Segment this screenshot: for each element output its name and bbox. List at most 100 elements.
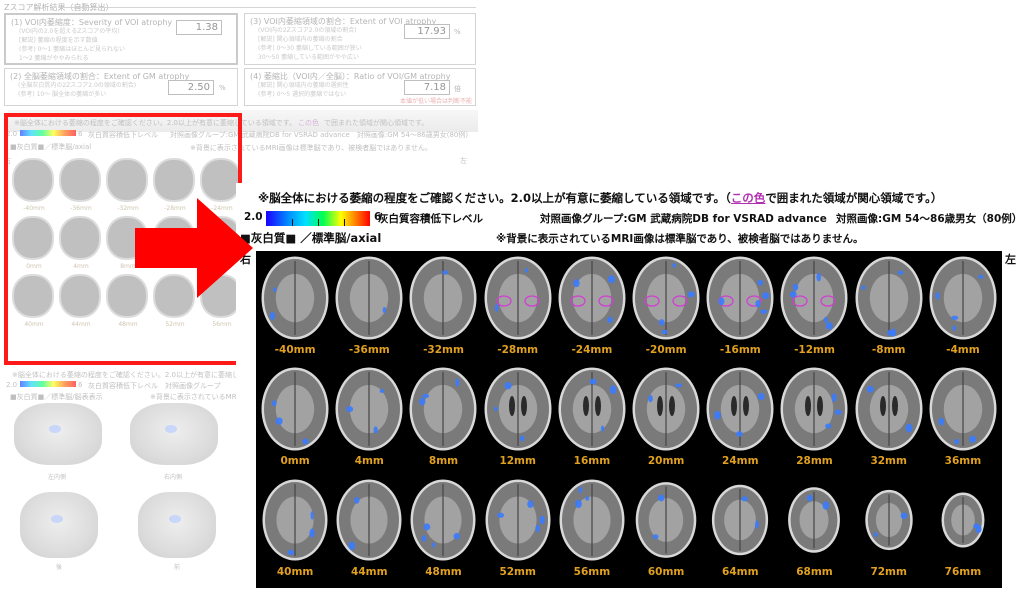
brain-slice: [705, 477, 775, 563]
brain-slice: [854, 477, 924, 563]
slice-position-label: 44mm: [351, 566, 388, 578]
slice-position-label: -28mm: [497, 344, 539, 356]
atrophy-spot: [755, 300, 761, 308]
slice-position-label: 0mm: [280, 455, 310, 467]
bg-top-note-link: この色: [298, 119, 319, 127]
slice-position-label: 20mm: [647, 455, 685, 467]
slice-position-label: 12mm: [499, 455, 536, 467]
atrophy-spot: [575, 499, 582, 509]
left-side-label: 左: [1005, 253, 1016, 266]
ventricle: [731, 396, 738, 416]
ventricle: [594, 396, 601, 416]
atrophy-spot: [535, 524, 540, 533]
brain-slice: [260, 477, 330, 563]
atrophy-spot: [762, 292, 770, 300]
slice-cell: -20mm: [630, 255, 702, 366]
scale-tick: [318, 219, 319, 226]
atrophy-spot: [951, 315, 959, 320]
slice-position-label: 76mm: [944, 566, 982, 578]
slice-position-label: 48mm: [425, 566, 462, 578]
severity-value: 1.38: [176, 20, 222, 35]
voi-color-link[interactable]: この色: [731, 191, 766, 205]
brain-3d-right-medial: [130, 403, 218, 465]
atrophy-spot: [758, 392, 765, 401]
atrophy-spot: [275, 417, 283, 425]
brain-3d-left-medial: [14, 403, 102, 465]
brain-slice: [928, 366, 998, 452]
atrophy-spot: [905, 423, 913, 433]
slice-position-label: -16mm: [719, 344, 761, 356]
atrophy-spot: [524, 268, 528, 273]
brain-slice: [557, 366, 627, 452]
atrophy-spot: [373, 426, 379, 434]
slice-cell: 8mm: [407, 366, 479, 477]
atrophy-note-prefix: ※脳全体における萎縮の程度をご確認ください。2.0以上が有意に萎縮している領域で…: [258, 191, 731, 205]
brain-slice: [260, 366, 330, 452]
atrophy-spot: [272, 400, 277, 407]
slice-position-label: 36mm: [944, 455, 982, 467]
slice-cell: 52mm: [482, 477, 554, 588]
slice-position-label: -12mm: [794, 344, 835, 356]
slice-cell: 56mm: [556, 477, 628, 588]
slice-cell: 0mm: [259, 366, 331, 477]
ventricle: [817, 396, 824, 416]
slice-cell: 40mm: [259, 477, 331, 588]
slice-cell: -32mm: [407, 255, 479, 366]
slice-cell: -40mm: [259, 255, 331, 366]
ventricle: [669, 396, 676, 416]
bg-lower-scale-bar: [20, 381, 76, 387]
atrophy-spot: [873, 532, 878, 538]
atrophy-spot: [793, 283, 799, 291]
slice-position-label: 40mm: [276, 566, 314, 578]
atrophy-spot: [496, 512, 504, 518]
atrophy-spot: [657, 494, 665, 502]
slice-cell: 32mm: [853, 366, 925, 477]
slice-position-label: 8mm: [428, 455, 459, 467]
view-caption-right-medial: 右内側: [164, 474, 183, 481]
atrophy-spot: [287, 549, 295, 556]
atrophy-spot: [273, 287, 277, 293]
brain-slice: [557, 255, 627, 341]
slice-position-label: 32mm: [870, 455, 907, 467]
atrophy-spot: [900, 512, 908, 520]
brain-slice: [408, 477, 478, 563]
atrophy-spot: [790, 291, 798, 298]
atrophy-spot: [973, 523, 980, 529]
slice-position-label: 64mm: [722, 566, 759, 578]
atrophy-spot: [969, 435, 976, 443]
atrophy-spot: [861, 285, 866, 290]
color-scale: 2.0 6: [244, 210, 384, 227]
atrophy-spot: [607, 275, 615, 284]
atrophy-spot: [823, 501, 830, 510]
slice-cell: 4mm: [333, 366, 405, 477]
slice-position-label: 24mm: [722, 455, 759, 467]
atrophy-spot: [578, 486, 583, 494]
scale-tick: [344, 219, 345, 226]
voi-extent-box: (3) VOI内萎縮領域の割合：Extent of VOI atrophy (V…: [244, 13, 476, 65]
atrophy-spot: [589, 378, 597, 385]
atrophy-spot: [302, 438, 309, 445]
slice-cell: 28mm: [778, 366, 850, 477]
atrophy-spot: [832, 393, 838, 403]
slice-cell: 16mm: [556, 366, 628, 477]
slice-cell: 12mm: [482, 366, 554, 477]
atrophy-spot: [736, 431, 744, 437]
axial-slice-grid: -40mm -36mm -32mm -28mm -24mm -20mm -16mm -12mm…: [256, 251, 1002, 588]
ratio-note: 本値が低い場合は判断不能: [400, 98, 473, 105]
brain-slice: [779, 366, 849, 452]
atrophy-spot: [453, 532, 461, 540]
slice-position-label: 16mm: [573, 455, 611, 467]
atrophy-note-suffix: で囲まれた領域が関心領域です。）: [765, 191, 943, 205]
atrophy-spot: [718, 297, 725, 306]
atrophy-spot: [978, 274, 984, 280]
atrophy-spot: [935, 292, 940, 300]
atrophy-spot: [494, 303, 499, 312]
voi-extent-value: 17.93: [404, 24, 450, 39]
atrophy-spot: [346, 406, 354, 413]
atrophy-spot: [760, 309, 768, 314]
atrophy-spot: [419, 397, 426, 406]
slice-position-label: -36mm: [348, 344, 390, 356]
ventricle: [743, 396, 750, 416]
atrophy-spot: [897, 270, 904, 275]
slice-position-label: 28mm: [796, 455, 833, 467]
